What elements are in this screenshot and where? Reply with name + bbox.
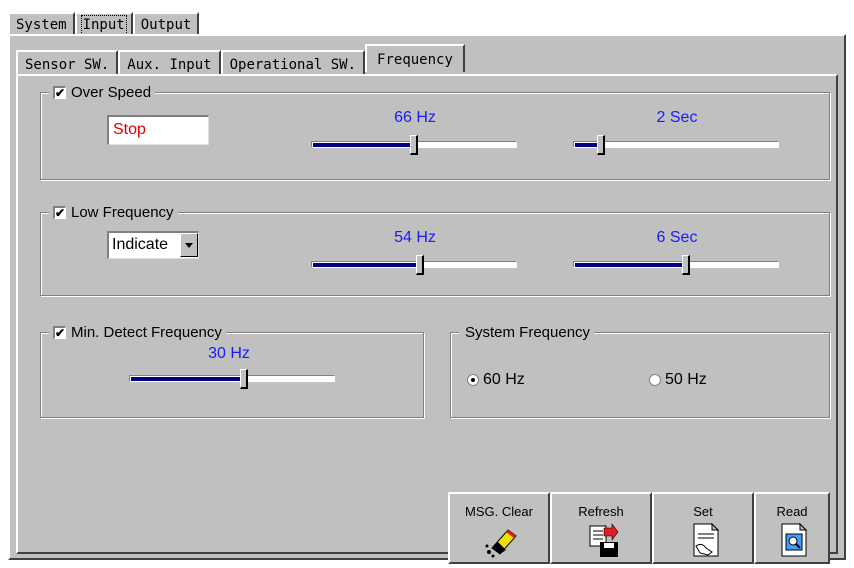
low-frequency-freq-slider[interactable] (311, 255, 517, 275)
dropdown-arrow-icon[interactable] (180, 233, 198, 257)
msg-clear-label: MSG. Clear (465, 504, 533, 519)
read-button[interactable]: Read (754, 492, 830, 564)
over-speed-time-value: 2 Sec (656, 109, 698, 126)
low-frequency-label: Low Frequency (71, 203, 174, 221)
over-speed-freq-value: 66 Hz (394, 109, 436, 126)
min-detect-checkbox[interactable]: ✔ (53, 325, 66, 339)
over-speed-time-slider[interactable] (573, 135, 779, 155)
input-tab-panel: Sensor SW. Aux. Input Operational SW. Fr… (8, 34, 846, 564)
tab-system[interactable]: System (8, 12, 75, 34)
min-detect-legend: ✔ Min. Detect Frequency (49, 322, 226, 342)
low-frequency-group: ✔ Low Frequency Indicate 54 Hz 6 Sec (40, 202, 830, 296)
slider-thumb[interactable] (410, 135, 418, 155)
min-detect-freq-slider[interactable] (129, 369, 335, 389)
tab-frequency[interactable]: Frequency (365, 44, 465, 72)
radio-selected-dot (471, 378, 475, 382)
low-frequency-legend: ✔ Low Frequency (49, 202, 178, 222)
refresh-label: Refresh (578, 504, 624, 519)
set-button[interactable]: Set (652, 492, 754, 564)
min-detect-label: Min. Detect Frequency (71, 323, 222, 341)
radio-60hz[interactable]: 60 Hz (467, 371, 525, 389)
msg-clear-button[interactable]: MSG. Clear (448, 492, 550, 564)
radio-60hz-label: 60 Hz (483, 371, 525, 388)
low-frequency-freq-value: 54 Hz (394, 229, 436, 246)
sub-tab-bar: Sensor SW. Aux. Input Operational SW. Fr… (16, 44, 465, 74)
tab-input-label: Input (80, 15, 127, 35)
tab-operational-sw[interactable]: Operational SW. (220, 50, 366, 74)
slider-fill (313, 263, 416, 267)
eraser-icon (485, 529, 517, 558)
over-speed-group: ✔ Over Speed Stop 66 Hz 2 Sec (40, 82, 830, 180)
tab-input[interactable]: Input (74, 12, 133, 35)
low-frequency-mode-value: Indicate (112, 236, 169, 253)
slider-thumb[interactable] (597, 135, 605, 155)
read-document-icon (781, 522, 808, 557)
system-frequency-group: System Frequency 60 Hz 50 Hz (450, 322, 830, 418)
low-frequency-time-value: 6 Sec (656, 229, 698, 246)
tab-system-label: System (16, 17, 67, 33)
slider-fill (131, 377, 240, 381)
over-speed-legend: ✔ Over Speed (49, 82, 156, 102)
over-speed-label: Over Speed (71, 83, 152, 101)
refresh-button[interactable]: Refresh (550, 492, 652, 564)
top-tab-bar: System Input Output (8, 12, 200, 36)
min-detect-group: ✔ Min. Detect Frequency 30 Hz (40, 322, 424, 418)
min-detect-freq-value: 30 Hz (208, 345, 250, 362)
radio-50hz-dot[interactable] (649, 374, 661, 386)
slider-thumb[interactable] (240, 369, 248, 389)
over-speed-status-field[interactable]: Stop (107, 115, 209, 145)
window-root: System Input Output Sensor SW. Aux. Inpu… (0, 0, 854, 568)
radio-50hz[interactable]: 50 Hz (649, 371, 707, 389)
slider-fill (575, 143, 597, 147)
low-frequency-checkbox[interactable]: ✔ (53, 205, 66, 219)
tab-output[interactable]: Output (132, 12, 200, 34)
tab-aux-input[interactable]: Aux. Input (118, 50, 221, 74)
slider-fill (575, 263, 682, 267)
over-speed-checkbox[interactable]: ✔ (53, 85, 66, 99)
slider-thumb[interactable] (416, 255, 424, 275)
radio-60hz-dot[interactable] (467, 374, 479, 386)
system-frequency-label: System Frequency (465, 323, 591, 341)
tab-output-label: Output (140, 17, 192, 33)
frequency-panel: ✔ Over Speed Stop 66 Hz 2 Sec ✔ Low Freq… (16, 74, 838, 564)
system-frequency-legend: System Frequency (459, 322, 595, 342)
over-speed-freq-slider[interactable] (311, 135, 517, 155)
refresh-save-icon (589, 523, 619, 557)
low-frequency-time-slider[interactable] (573, 255, 779, 275)
slider-fill (313, 143, 410, 147)
read-label: Read (776, 504, 808, 519)
low-frequency-mode-select[interactable]: Indicate (107, 231, 199, 259)
set-document-icon (693, 522, 720, 557)
slider-thumb[interactable] (682, 255, 690, 275)
tab-sensor-sw[interactable]: Sensor SW. (16, 50, 119, 74)
radio-50hz-label: 50 Hz (665, 371, 707, 388)
set-label: Set (693, 504, 713, 519)
